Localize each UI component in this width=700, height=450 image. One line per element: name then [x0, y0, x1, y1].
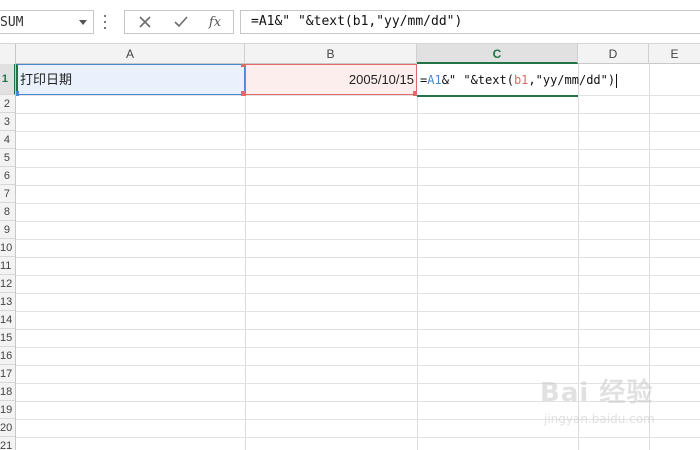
- row-separator: [16, 437, 700, 438]
- row-separator: [16, 311, 700, 312]
- more-options-icon[interactable]: [104, 13, 108, 31]
- row-header-2[interactable]: 2: [0, 95, 15, 113]
- name-box-text: SUM: [0, 15, 24, 30]
- formula-text: =A1&" "&text(b1,"yy/mm/dd"): [251, 14, 463, 29]
- row-header-19[interactable]: 19: [0, 401, 15, 419]
- cell-a1-value: 打印日期: [20, 72, 73, 87]
- close-icon: [139, 16, 151, 28]
- row-separator: [16, 275, 700, 276]
- fx-label: fx: [208, 14, 222, 30]
- row-header-7[interactable]: 7: [0, 185, 15, 203]
- row-header-8[interactable]: 8: [0, 203, 15, 221]
- formula-part: &" "&text(: [441, 73, 514, 87]
- row-header-18[interactable]: 18: [0, 383, 15, 401]
- spreadsheet-grid: A B C D E 1 2 3 4 5 6 7 8 9 10 11 12 13 …: [0, 44, 700, 450]
- row-separator: [16, 419, 700, 420]
- text-caret: [616, 73, 618, 88]
- row-header-column: 1 2 3 4 5 6 7 8 9 10 11 12 13 14 15 16 1…: [0, 64, 16, 450]
- row-separator: [16, 113, 700, 114]
- row-header-20[interactable]: 20: [0, 419, 15, 437]
- row-header-12[interactable]: 12: [0, 275, 15, 293]
- row-separator: [16, 347, 700, 348]
- column-header-e[interactable]: E: [649, 44, 700, 64]
- formula-button-group: fx: [124, 10, 234, 34]
- formula-input[interactable]: =A1&" "&text(b1,"yy/mm/dd"): [240, 10, 700, 34]
- row-header-4[interactable]: 4: [0, 131, 15, 149]
- row-separator: [16, 221, 700, 222]
- cell-area[interactable]: 打印日期 2005/10/15 =A1&" "&text(b1,"yy/mm/d…: [16, 64, 700, 450]
- row-header-17[interactable]: 17: [0, 365, 15, 383]
- row-header-11[interactable]: 11: [0, 257, 15, 275]
- row-separator: [16, 257, 700, 258]
- check-icon: [174, 16, 188, 28]
- column-header-b[interactable]: B: [245, 44, 417, 64]
- row-header-13[interactable]: 13: [0, 293, 15, 311]
- column-header-row: A B C D E: [0, 44, 700, 64]
- cell-c1-active-editor[interactable]: =A1&" "&text(b1,"yy/mm/dd"): [417, 64, 618, 97]
- row-separator: [16, 365, 700, 366]
- row-separator: [16, 401, 700, 402]
- row-separator: [16, 95, 700, 96]
- range-handle[interactable]: [16, 91, 19, 96]
- cell-a1[interactable]: 打印日期: [16, 64, 245, 95]
- formula-bar: SUM fx =A1&" "&text(b1,"yy/mm/dd"): [0, 0, 700, 44]
- cancel-button[interactable]: [127, 11, 163, 33]
- row-separator: [16, 383, 700, 384]
- cell-b1[interactable]: 2005/10/15: [245, 64, 417, 95]
- row-header-9[interactable]: 9: [0, 221, 15, 239]
- column-header-d[interactable]: D: [578, 44, 649, 64]
- row-separator: [16, 167, 700, 168]
- insert-function-button[interactable]: fx: [197, 11, 233, 33]
- select-all-corner[interactable]: [0, 44, 16, 64]
- row-header-21[interactable]: 21: [0, 437, 15, 450]
- row-header-16[interactable]: 16: [0, 347, 15, 365]
- row-separator: [16, 293, 700, 294]
- row-separator: [16, 239, 700, 240]
- row-header-1[interactable]: 1: [0, 64, 15, 95]
- row-separator: [16, 329, 700, 330]
- row-separator: [16, 203, 700, 204]
- row-header-5[interactable]: 5: [0, 149, 15, 167]
- formula-ref-a1: A1: [427, 73, 442, 87]
- cell-c1-formula: =A1&" "&text(b1,"yy/mm/dd"): [420, 65, 618, 95]
- row-header-15[interactable]: 15: [0, 329, 15, 347]
- formula-ref-b1: b1: [513, 73, 529, 87]
- enter-button[interactable]: [163, 11, 199, 33]
- row-header-10[interactable]: 10: [0, 239, 15, 257]
- cell-b1-value: 2005/10/15: [348, 72, 414, 87]
- row-header-14[interactable]: 14: [0, 311, 15, 329]
- row-header-6[interactable]: 6: [0, 167, 15, 185]
- column-header-c[interactable]: C: [417, 44, 578, 64]
- chevron-down-icon[interactable]: [79, 20, 87, 25]
- row-separator: [16, 149, 700, 150]
- row-separator: [16, 185, 700, 186]
- column-header-a[interactable]: A: [16, 44, 245, 64]
- name-box[interactable]: SUM: [0, 10, 94, 34]
- formula-part: ,"yy/mm/dd"): [528, 73, 616, 87]
- row-separator: [16, 131, 700, 132]
- row-header-3[interactable]: 3: [0, 113, 15, 131]
